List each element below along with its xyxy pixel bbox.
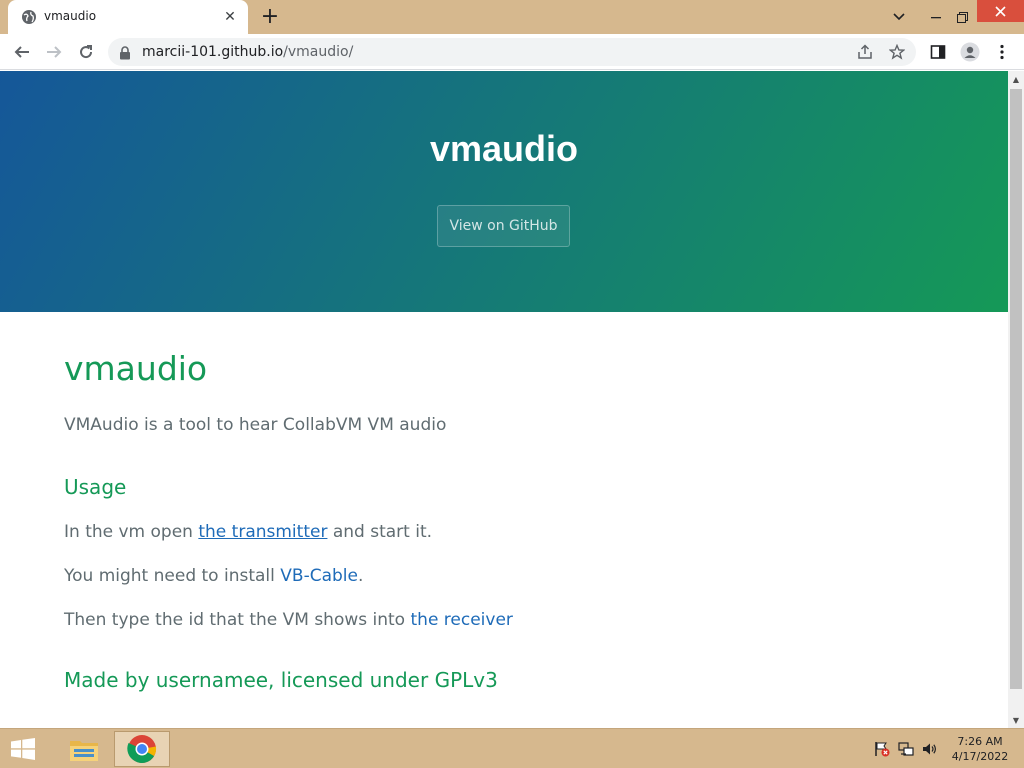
file-explorer-icon[interactable] [56,731,112,767]
url-path: /vmaudio/ [283,44,354,60]
main-heading: vmaudio [64,349,208,388]
url-text: marcii-101.github.io/vmaudio/ [142,44,353,60]
step-1-text: In the vm open [64,522,199,542]
tab-strip: vmaudio ✕ + [0,0,1024,34]
transmitter-link[interactable]: the transmitter [198,522,327,542]
share-icon[interactable] [856,43,874,61]
browser-toolbar: marcii-101.github.io/vmaudio/ [0,34,1024,70]
scroll-thumb[interactable] [1010,89,1022,689]
volume-icon[interactable] [921,741,937,757]
page-scrollbar[interactable]: ▲ ▼ [1008,71,1024,728]
network-icon[interactable] [898,741,914,757]
step-2-text: You might need to install [64,566,281,586]
taskbar-clock[interactable]: 7:26 AM 4/17/2022 [948,734,1012,764]
minimize-icon[interactable] [924,6,948,28]
url-host: marcii-101.github.io [142,44,284,60]
restore-icon[interactable] [952,6,972,28]
scroll-up-icon[interactable]: ▲ [1008,71,1024,87]
address-bar[interactable]: marcii-101.github.io/vmaudio/ [108,38,916,66]
globe-icon [21,9,37,25]
scroll-down-icon[interactable]: ▼ [1008,712,1024,728]
tab-search-chevron-icon[interactable] [888,6,910,28]
back-arrow-icon[interactable] [10,40,34,64]
kebab-menu-icon[interactable] [990,40,1014,64]
clock-time: 7:26 AM [957,735,1003,748]
star-icon[interactable] [888,43,906,61]
windows-start-icon[interactable] [6,735,40,763]
action-center-flag-icon[interactable] [874,741,890,757]
close-tab-icon[interactable]: ✕ [220,7,240,27]
window-close-icon[interactable] [977,0,1024,22]
step-3-paragraph: Then type the id that the VM shows into … [64,610,513,630]
vb-cable-link[interactable]: VB-Cable [280,566,358,586]
forward-arrow-icon[interactable] [42,40,66,64]
tab-title: vmaudio [44,9,97,23]
reload-icon[interactable] [74,40,98,64]
side-panel-icon[interactable] [926,40,950,64]
step-1-text-end: and start it. [327,522,433,542]
step-2-paragraph: You might need to install VB-Cable. [64,566,363,586]
new-tab-button[interactable]: + [258,6,282,28]
page-viewport: vmaudio View on GitHub vmaudio VMAudio i… [0,71,1008,728]
project-title: vmaudio [429,128,579,169]
step-1-paragraph: In the vm open the transmitter and start… [64,522,432,542]
receiver-link[interactable]: the receiver [411,610,513,630]
profile-icon[interactable] [958,40,982,64]
intro-paragraph: VMAudio is a tool to hear CollabVM VM au… [64,415,447,435]
chrome-taskbar-icon[interactable] [114,731,170,767]
step-2-text-end: . [357,566,364,586]
browser-tab[interactable]: vmaudio ✕ [8,0,248,34]
taskbar: 7:26 AM 4/17/2022 [0,728,1024,768]
license-heading: Made by usernamee, licensed under GPLv3 [64,668,498,692]
clock-date: 4/17/2022 [951,750,1009,763]
step-3-text: Then type the id that the VM shows into [64,610,411,630]
page-header: vmaudio View on GitHub [0,71,1008,312]
lock-icon[interactable] [119,45,133,60]
view-on-github-button[interactable]: View on GitHub [437,205,570,247]
usage-heading: Usage [64,475,127,499]
